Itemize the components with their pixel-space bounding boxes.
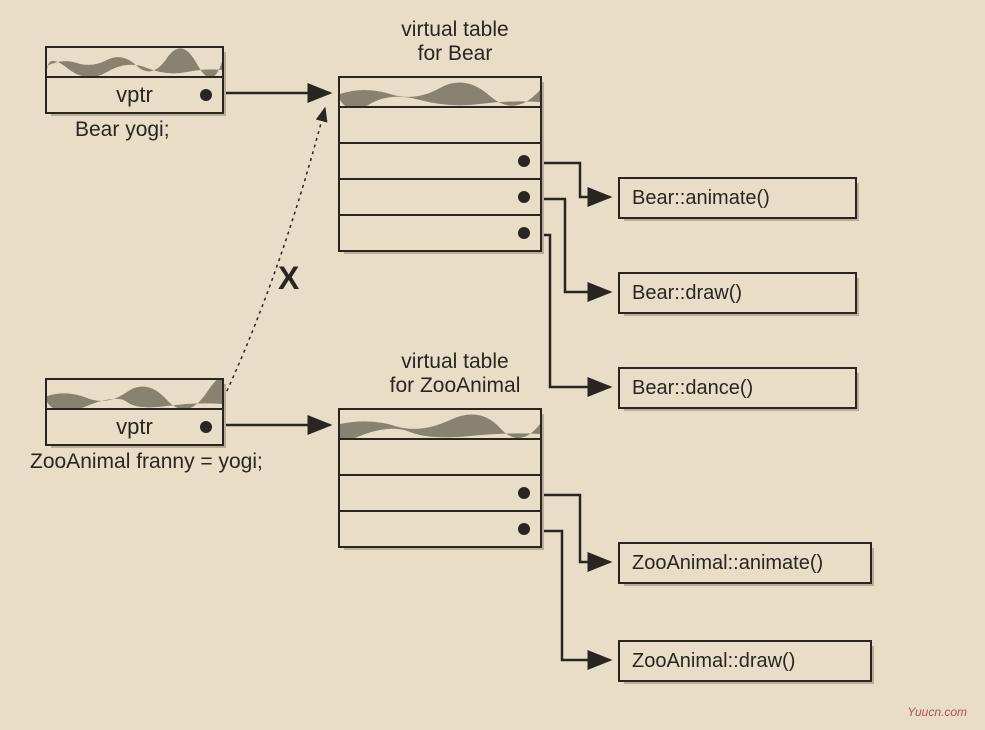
zooanimal-vtable-slot2 <box>340 512 540 546</box>
x-annotation: X <box>278 260 299 297</box>
yogi-caption: Bear yogi; <box>75 118 170 142</box>
vtable-diagram: vptr Bear yogi; vptr ZooAnimal franny = … <box>0 0 985 730</box>
box-wavy-header <box>340 78 540 108</box>
pointer-dot <box>200 89 212 101</box>
bear-vtable-title: virtual table for Bear <box>370 18 540 66</box>
franny-vptr-row: vptr <box>47 410 222 444</box>
bear-vtable-slot2 <box>340 180 540 216</box>
watermark: Yuucn.com <box>907 705 967 719</box>
zooanimal-vtable-typeinfo <box>340 440 540 476</box>
yogi-vptr-row: vptr <box>47 78 222 112</box>
method-zoo-animate: ZooAnimal::animate() <box>618 542 872 584</box>
vtable-title-line1: virtual table <box>401 18 508 41</box>
box-wavy-header <box>47 380 222 410</box>
method-label: Bear::draw() <box>620 274 855 312</box>
pointer-dot <box>518 191 530 203</box>
vtable-title-line2: for Bear <box>418 42 493 65</box>
vtable-title-line1: virtual table <box>401 350 508 373</box>
bear-vtable-slot3 <box>340 216 540 250</box>
method-zoo-draw: ZooAnimal::draw() <box>618 640 872 682</box>
vptr-label: vptr <box>116 82 153 108</box>
bear-vtable-typeinfo <box>340 108 540 144</box>
method-bear-draw: Bear::draw() <box>618 272 857 314</box>
pointer-dot <box>518 227 530 239</box>
franny-object-box: vptr <box>45 378 224 446</box>
zooanimal-vtable-box <box>338 408 542 548</box>
method-label: Bear::animate() <box>620 179 855 217</box>
yogi-object-box: vptr <box>45 46 224 114</box>
zooanimal-vtable-title: virtual table for ZooAnimal <box>360 350 550 398</box>
method-label: ZooAnimal::draw() <box>620 642 870 680</box>
pointer-dot <box>518 487 530 499</box>
bear-vtable-box <box>338 76 542 252</box>
method-bear-animate: Bear::animate() <box>618 177 857 219</box>
bear-vtable-slot1 <box>340 144 540 180</box>
pointer-dot <box>518 155 530 167</box>
zooanimal-vtable-slot1 <box>340 476 540 512</box>
box-wavy-header <box>340 410 540 440</box>
vtable-title-line2: for ZooAnimal <box>390 374 521 397</box>
vptr-label: vptr <box>116 414 153 440</box>
method-label: Bear::dance() <box>620 369 855 407</box>
pointer-dot <box>200 421 212 433</box>
pointer-dot <box>518 523 530 535</box>
franny-caption: ZooAnimal franny = yogi; <box>30 450 263 474</box>
method-label: ZooAnimal::animate() <box>620 544 870 582</box>
box-wavy-header <box>47 48 222 78</box>
method-bear-dance: Bear::dance() <box>618 367 857 409</box>
